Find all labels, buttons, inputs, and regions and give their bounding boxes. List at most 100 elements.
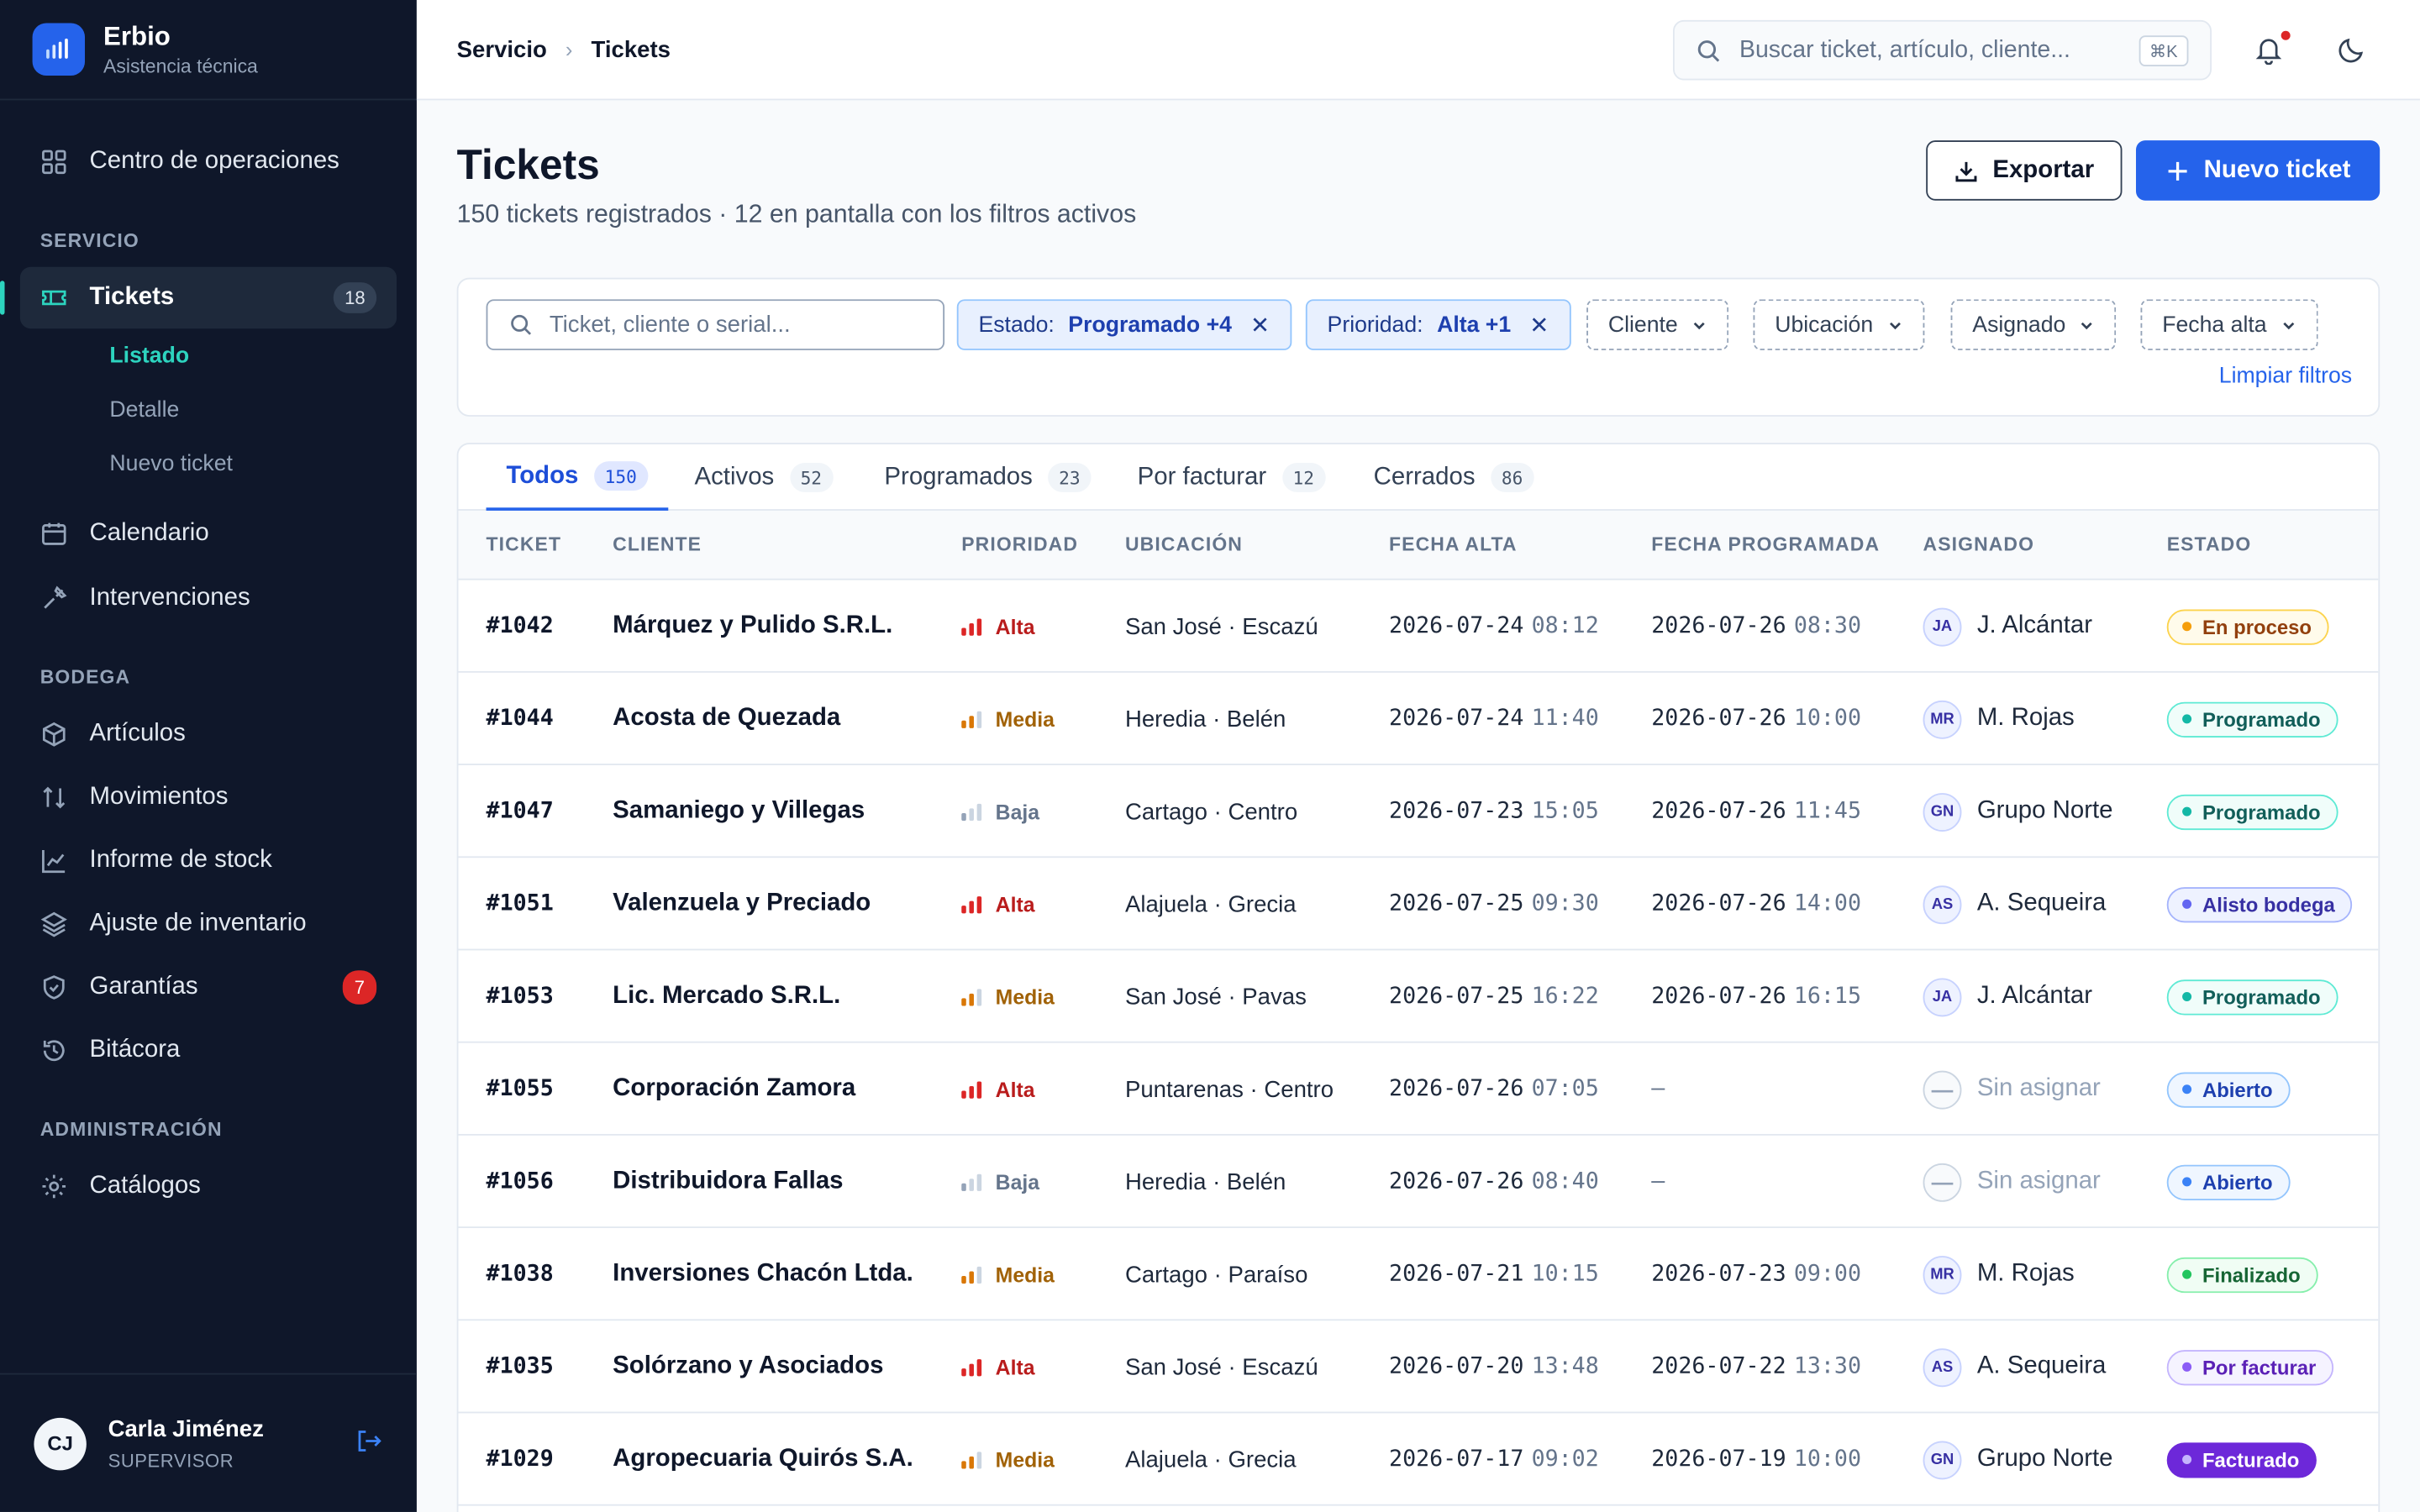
close-icon[interactable]: ✕ [1529,311,1549,339]
ticket-id[interactable]: #1035 [487,1320,554,1413]
chevron-down-icon [1889,321,1901,329]
status-badge[interactable]: Finalizado [2166,1256,2317,1293]
sidebar-item-garantias[interactable]: Garantías 7 [20,957,397,1018]
client-name: Distribuidora Fallas [613,1168,844,1194]
clear-filters-link[interactable]: Limpiar filtros [2219,364,2352,388]
location: Alajuela · Grecia [1124,890,1297,917]
sidebar-item-intervenciones[interactable]: Intervenciones [20,568,397,629]
ticket-id[interactable]: #1047 [487,765,554,858]
filter-dropdown-cliente[interactable]: Cliente [1586,299,1729,350]
bell-icon[interactable] [2254,34,2285,66]
column-header-prioridad[interactable]: PRIORIDAD [961,533,1078,555]
arrows-updown-icon [43,786,66,809]
ticket-id[interactable]: #1038 [487,1228,554,1320]
table-row[interactable]: #1038 Inversiones Chacón Ltda. Media Cartag… [458,1228,2379,1321]
status-badge[interactable]: Programado [2166,979,2338,1015]
sidebar-item-informe-stock[interactable]: Informe de stock [20,830,397,891]
search-icon [1697,39,1720,61]
assignee-name: A. Sequeira [1976,890,2107,916]
ticket-id[interactable]: #1042 [487,580,554,673]
sidebar-item-centro-operaciones[interactable]: Centro de operaciones [20,131,397,192]
sidebar-subitem-nuevo-ticket[interactable]: Nuevo ticket [0,437,417,491]
assignee-avatar: JA [1923,977,1962,1016]
close-icon[interactable]: ✕ [1250,311,1270,339]
global-search-input[interactable]: Buscar ticket, artículo, cliente... ⌘K [1672,19,2212,81]
status-badge[interactable]: En proceso [2166,608,2329,644]
created-date-value: 2026-07-26 [1389,1077,1524,1102]
sidebar-subitem-detalle[interactable]: Detalle [0,383,417,437]
column-header-estado[interactable]: ESTADO [2167,533,2252,555]
logout-icon[interactable] [355,1427,382,1455]
breadcrumb-servicio[interactable]: Servicio [457,36,547,62]
topbar: Servicio › Tickets Buscar ticket, artícu… [416,0,2420,101]
chevron-down-icon [1693,321,1705,329]
filter-search-input[interactable]: Ticket, cliente o serial... [486,299,945,350]
brand[interactable]: Erbio Asistencia técnica [0,0,417,101]
table-row[interactable]: #1056 Distribuidora Fallas Baja Heredia · B… [458,1136,2379,1229]
sidebar-item-calendario[interactable]: Calendario [20,503,397,564]
column-header-asignado[interactable]: ASIGNADO [1923,533,2035,555]
table-row[interactable]: #1051 Valenzuela y Preciado Alta Alajuela ·… [458,858,2379,951]
ticket-id[interactable]: #1055 [487,1043,554,1136]
tab-activos[interactable]: Activos 52 [695,444,834,511]
ticket-id[interactable]: #1053 [487,950,554,1042]
table-row[interactable]: #1029 Agropecuaria Quirós S.A. Media Alajue… [458,1413,2379,1506]
status-badge[interactable]: Abierto [2166,1071,2290,1107]
table-row[interactable]: #1047 Samaniego y Villegas Baja Cartago · C… [458,765,2379,858]
sidebar-item-movimientos[interactable]: Movimientos [20,767,397,828]
export-label: Exportar [1992,156,2095,183]
client-name: Lic. Mercado S.R.L. [613,982,841,1010]
tab-por-facturar[interactable]: Por facturar 12 [1138,444,1325,511]
filter-chip-estado[interactable]: Estado: Programado +4 ✕ [956,299,1292,350]
section-title-bodega: BODEGA [39,666,131,689]
status-badge[interactable]: Programado [2166,793,2338,830]
table-row[interactable]: #1042 Márquez y Pulido S.R.L. Alta San José… [458,580,2379,673]
client-name: Solórzano y Asociados [613,1352,884,1380]
sidebar-item-articulos[interactable]: Artículos [20,704,397,765]
moon-icon[interactable] [2337,34,2368,65]
filter-dropdown-fecha-alta[interactable]: Fecha alta [2140,299,2318,350]
ticket-id[interactable]: #1051 [487,858,554,950]
filters-bar: Ticket, cliente o serial... Estado: Prog… [456,277,2381,417]
export-button[interactable]: Exportar [1926,140,2123,201]
column-header-fecha-alta[interactable]: FECHA ALTA [1389,533,1518,555]
sidebar-item-label: Intervenciones [89,585,250,612]
column-header-cliente[interactable]: CLIENTE [613,533,702,555]
status-badge[interactable]: Programado [2166,701,2338,738]
priority-bars-icon [961,802,985,822]
sidebar-item-bitacora[interactable]: Bitácora [20,1020,397,1081]
ticket-id[interactable]: #1044 [487,673,554,765]
table-row[interactable]: #1035 Solórzano y Asociados Alta San José ·… [458,1320,2379,1414]
table-row[interactable]: #1044 Acosta de Quezada Media Heredia · Bel… [458,673,2379,766]
page-subtitle: 150 tickets registrados · 12 en pantalla… [456,200,1137,228]
brand-subtitle: Asistencia técnica [103,55,258,77]
tab-programados[interactable]: Programados 23 [884,444,1092,511]
priority: Baja [961,765,1039,858]
table-row[interactable]: #1053 Lic. Mercado S.R.L. Media San José · … [458,950,2379,1043]
priority: Media [961,1228,1055,1320]
box-icon [42,722,66,747]
column-header-ticket[interactable]: TICKET [487,533,562,555]
assignee-avatar: JA [1923,606,1962,646]
status-badge[interactable]: Facturado [2166,1441,2317,1478]
sidebar-item-ajuste-inventario[interactable]: Ajuste de inventario [20,893,397,954]
status-badge[interactable]: Por facturar [2166,1349,2333,1385]
filter-chip-prioridad[interactable]: Prioridad: Alta +1 ✕ [1305,299,1571,350]
priority-bars-icon [961,1265,985,1284]
tab-todos[interactable]: Todos 150 [486,444,669,511]
tab-cerrados[interactable]: Cerrados 86 [1374,444,1534,511]
filter-dropdown-asignado[interactable]: Asignado [1950,299,2117,350]
sidebar-subitem-listado[interactable]: Listado [0,328,417,382]
new-ticket-button[interactable]: Nuevo ticket [2135,140,2381,201]
sidebar-item-catalogos[interactable]: Catálogos [20,1156,397,1217]
sidebar-item-tickets[interactable]: Tickets 18 [0,266,397,329]
ticket-id[interactable]: #1056 [487,1136,554,1228]
status-badge[interactable]: Alisto bodega [2166,886,2353,922]
avatar[interactable]: CJ [34,1417,87,1470]
ticket-id[interactable]: #1029 [487,1413,554,1505]
filter-dropdown-ubicacion[interactable]: Ubicación [1753,299,1924,350]
column-header-ubicacion[interactable]: UBICACIÓN [1125,533,1243,555]
status-badge[interactable]: Abierto [2166,1163,2290,1200]
column-header-fecha-programada[interactable]: FECHA PROGRAMADA [1651,533,1880,555]
table-row[interactable]: #1055 Corporación Zamora Alta Puntarenas · … [458,1043,2379,1136]
